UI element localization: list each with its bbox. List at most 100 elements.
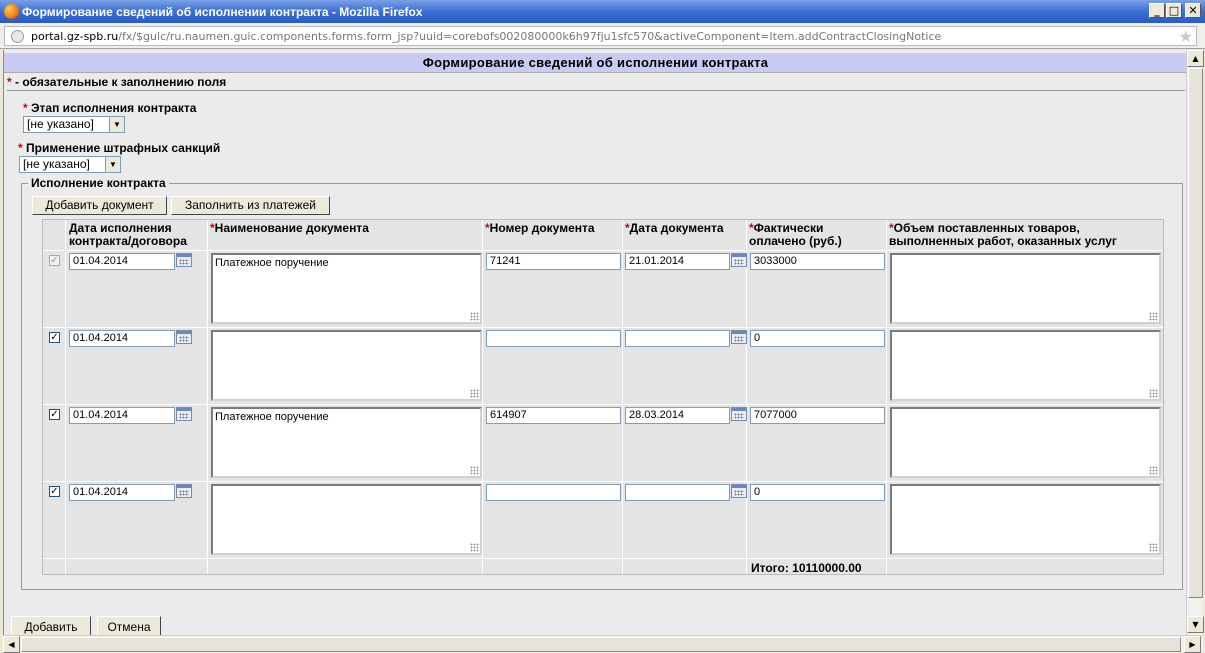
header-doc-number: *Номер документа bbox=[485, 222, 595, 235]
exec-date-input[interactable]: 01.04.2014 bbox=[69, 407, 175, 424]
calendar-icon[interactable] bbox=[176, 330, 192, 344]
header-doc-name-text: Наименование документа bbox=[214, 221, 369, 235]
penalty-label-text: Применение штрафных санкций bbox=[26, 141, 221, 155]
bookmark-star-icon[interactable]: ★ bbox=[1179, 27, 1193, 47]
resize-grip-icon[interactable] bbox=[1149, 389, 1158, 398]
calendar-icon[interactable] bbox=[731, 407, 747, 421]
volume-textarea[interactable] bbox=[890, 484, 1161, 555]
required-star: * bbox=[18, 141, 23, 155]
doc-name-textarea[interactable]: Платежное поручение bbox=[211, 253, 482, 324]
calendar-icon[interactable] bbox=[731, 330, 747, 344]
exec-date-input[interactable]: 01.04.2014 bbox=[69, 484, 175, 501]
column-divider bbox=[482, 220, 483, 574]
calendar-icon[interactable] bbox=[176, 484, 192, 498]
resize-grip-icon[interactable] bbox=[1149, 466, 1158, 475]
site-identity-icon[interactable] bbox=[11, 30, 24, 43]
doc-number-input[interactable]: 614907 bbox=[486, 407, 621, 424]
paid-input[interactable]: 0 bbox=[750, 484, 885, 501]
penalty-label: * Применение штрафных санкций bbox=[18, 141, 220, 155]
scroll-up-icon[interactable]: ▲ bbox=[1187, 50, 1204, 67]
resize-grip-icon[interactable] bbox=[470, 466, 479, 475]
stage-label-text: Этап исполнения контракта bbox=[31, 101, 197, 115]
url-path: /fx/$guic/ru.naumen.guic.components.form… bbox=[118, 30, 942, 43]
doc-name-textarea[interactable] bbox=[211, 484, 482, 555]
stage-select[interactable]: [не указано] ▼ bbox=[23, 116, 125, 133]
stage-label: * Этап исполнения контракта bbox=[23, 101, 196, 115]
calendar-icon[interactable] bbox=[176, 407, 192, 421]
header-doc-date-text: Дата документа bbox=[629, 221, 724, 235]
doc-name-text: Платежное поручение bbox=[215, 411, 329, 423]
stage-select-value: [не указано] bbox=[27, 117, 94, 131]
add-button[interactable]: Добавить bbox=[11, 616, 91, 635]
row-divider bbox=[43, 404, 1163, 405]
column-divider bbox=[65, 220, 66, 574]
scroll-down-icon[interactable]: ▼ bbox=[1187, 616, 1204, 633]
page-content: Формирование сведений об исполнении конт… bbox=[3, 50, 1186, 635]
scroll-right-icon[interactable]: ▶ bbox=[1184, 636, 1201, 653]
doc-number-input[interactable] bbox=[486, 484, 621, 501]
header-paid-line1: Фактически bbox=[753, 221, 824, 235]
fill-from-payments-button[interactable]: Заполнить из платежей bbox=[171, 196, 330, 215]
paid-input[interactable]: 3033000 bbox=[750, 253, 885, 270]
volume-textarea[interactable] bbox=[890, 407, 1161, 478]
documents-table: Дата исполнения контракта/договора *Наиме… bbox=[42, 219, 1164, 575]
resize-grip-icon[interactable] bbox=[470, 389, 479, 398]
paid-input[interactable]: 7077000 bbox=[750, 407, 885, 424]
volume-textarea[interactable] bbox=[890, 253, 1161, 324]
horizontal-scroll-thumb[interactable] bbox=[21, 637, 1181, 652]
doc-name-textarea[interactable]: Платежное поручение bbox=[211, 407, 482, 478]
row-divider bbox=[43, 250, 1163, 251]
header-volume: *Объем поставленных товаров, выполненных … bbox=[889, 222, 1117, 248]
header-doc-number-text: Номер документа bbox=[489, 221, 595, 235]
vertical-scrollbar[interactable]: ▲ ▼ bbox=[1186, 50, 1204, 635]
column-divider bbox=[207, 220, 208, 574]
doc-date-input[interactable]: 21.01.2014 bbox=[625, 253, 730, 270]
chevron-down-icon[interactable]: ▼ bbox=[105, 157, 120, 172]
total-amount: Итого: 10110000.00 bbox=[751, 561, 862, 575]
resize-grip-icon[interactable] bbox=[1149, 543, 1158, 552]
calendar-icon[interactable] bbox=[731, 253, 747, 267]
doc-number-input[interactable] bbox=[486, 330, 621, 347]
header-volume-line1: Объем поставленных товаров, bbox=[893, 221, 1080, 235]
exec-date-input[interactable]: 01.04.2014 bbox=[69, 253, 175, 270]
resize-grip-icon[interactable] bbox=[470, 312, 479, 321]
vertical-scroll-thumb[interactable] bbox=[1188, 68, 1203, 598]
add-document-button[interactable]: Добавить документ bbox=[32, 196, 167, 215]
chevron-down-icon[interactable]: ▼ bbox=[109, 117, 124, 132]
resize-grip-icon[interactable] bbox=[470, 543, 479, 552]
calendar-icon[interactable] bbox=[731, 484, 747, 498]
doc-date-input[interactable] bbox=[625, 484, 730, 501]
window-title: Формирование сведений об исполнении конт… bbox=[22, 5, 423, 19]
calendar-icon[interactable] bbox=[176, 253, 192, 267]
window-title-bar: Формирование сведений об исполнении конт… bbox=[0, 0, 1205, 23]
fieldset-legend: Исполнение контракта bbox=[28, 176, 169, 190]
header-exec-date-line2: контракта/договора bbox=[69, 234, 187, 248]
doc-name-textarea[interactable] bbox=[211, 330, 482, 401]
doc-date-input[interactable] bbox=[625, 330, 730, 347]
url-field[interactable]: portal.gz-spb.ru/fx/$guic/ru.naumen.guic… bbox=[4, 26, 1197, 46]
row-checkbox[interactable]: ✓ bbox=[49, 332, 60, 343]
required-note: * - обязательные к заполнению поля bbox=[7, 75, 226, 89]
header-volume-line2: выполненных работ, оказанных услуг bbox=[889, 234, 1117, 248]
header-paid-line2: оплачено (руб.) bbox=[749, 234, 842, 248]
column-divider bbox=[746, 220, 747, 574]
header-doc-date: *Дата документа bbox=[625, 222, 724, 235]
row-checkbox[interactable]: ✓ bbox=[49, 409, 60, 420]
resize-grip-icon[interactable] bbox=[1149, 312, 1158, 321]
maximize-button[interactable]: □ bbox=[1166, 3, 1182, 18]
exec-date-input[interactable]: 01.04.2014 bbox=[69, 330, 175, 347]
doc-date-input[interactable]: 28.03.2014 bbox=[625, 407, 730, 424]
cancel-button[interactable]: Отмена bbox=[97, 616, 161, 635]
row-divider bbox=[43, 558, 1163, 559]
horizontal-scrollbar[interactable]: ◀ ▶ bbox=[3, 635, 1203, 653]
penalty-select[interactable]: [не указано] ▼ bbox=[19, 156, 121, 173]
scroll-left-icon[interactable]: ◀ bbox=[3, 636, 20, 653]
paid-input[interactable]: 0 bbox=[750, 330, 885, 347]
row-checkbox[interactable]: ✓ bbox=[49, 486, 60, 497]
divider bbox=[7, 90, 1185, 91]
minimize-button[interactable]: _ bbox=[1149, 3, 1165, 18]
doc-number-input[interactable]: 71241 bbox=[486, 253, 621, 270]
close-button[interactable]: ✕ bbox=[1185, 3, 1201, 18]
volume-textarea[interactable] bbox=[890, 330, 1161, 401]
row-checkbox[interactable]: ✓ bbox=[49, 255, 60, 266]
